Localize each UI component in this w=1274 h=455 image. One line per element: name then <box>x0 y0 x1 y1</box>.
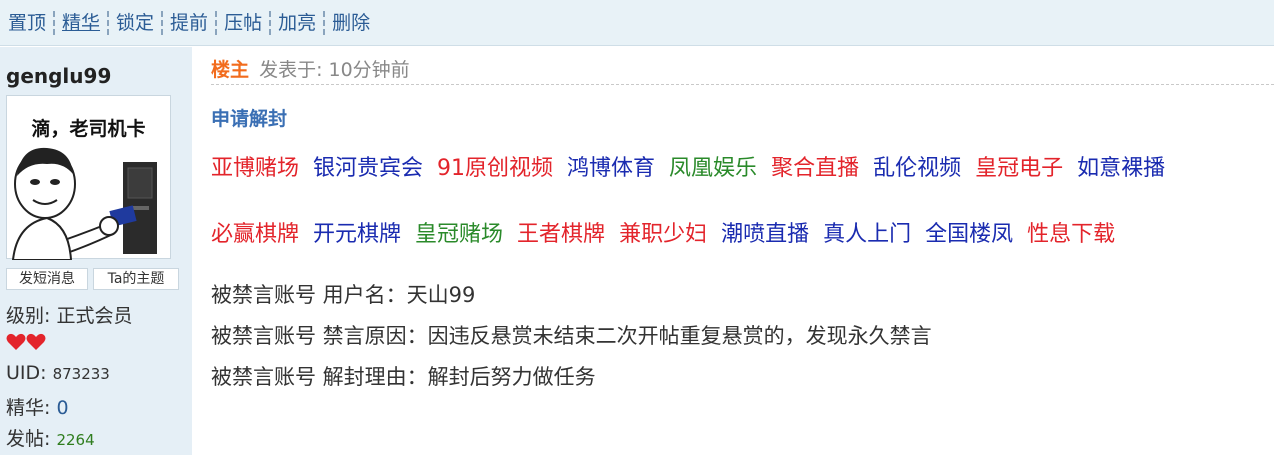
user-sidebar: genglu99 滴，老司机卡 发短消息 Ta的主题 级别: 正式会员 UID:… <box>0 47 192 455</box>
hearts-icon <box>6 333 48 355</box>
ad-link[interactable]: 皇冠赌场 <box>415 216 503 248</box>
ad-link[interactable]: 开元棋牌 <box>313 216 401 248</box>
user-digest: 精华: 0 <box>6 393 69 420</box>
ad-link[interactable]: 全国楼凤 <box>925 216 1013 248</box>
ad-link[interactable]: 鸿博体育 <box>567 150 655 182</box>
post-header: 楼主 发表于: 10分钟前 <box>211 55 1274 85</box>
ad-link[interactable]: 凤凰娱乐 <box>669 150 757 182</box>
ad-link[interactable]: 亚博赌场 <box>211 150 299 182</box>
ad-link[interactable]: 必赢棋牌 <box>211 216 299 248</box>
ad-link[interactable]: 兼职少妇 <box>619 216 707 248</box>
posts-label: 发帖: <box>6 428 51 450</box>
uid-label: UID: <box>6 362 47 384</box>
ad-link[interactable]: 王者棋牌 <box>517 216 605 248</box>
toolbar-pin-link[interactable]: 置顶 <box>8 11 53 35</box>
link-row-1: 亚博赌场 银河贵宾会 91原创视频 鸿博体育 凤凰娱乐 聚合直播 乱伦视频 皇冠电子 如意裸播 <box>211 150 1179 182</box>
ad-link[interactable]: 91原创视频 <box>437 150 553 182</box>
toolbar-bump-link[interactable]: 提前 <box>163 11 215 35</box>
toolbar-digest-link[interactable]: 精华 <box>55 11 107 35</box>
ad-link[interactable]: 真人上门 <box>823 216 911 248</box>
post-title: 申请解封 <box>211 108 288 130</box>
moderation-toolbar: 置顶 精华 锁定 提前 压帖 加亮 删除 <box>0 0 1274 46</box>
level-label: 级别: <box>6 305 51 327</box>
level-value: 正式会员 <box>56 305 133 327</box>
user-posts: 发帖: 2264 <box>6 424 95 451</box>
post-content: 楼主 发表于: 10分钟前 申请解封 亚博赌场 银河贵宾会 91原创视频 鸿博体育 凤凰… <box>211 47 1274 455</box>
unban-reason-line: 被禁言账号 解封理由：解封后努力做任务 <box>211 365 596 389</box>
ad-link[interactable]: 如意裸播 <box>1077 150 1165 182</box>
digest-label: 精华: <box>6 397 51 419</box>
posts-value: 2264 <box>56 431 95 449</box>
send-message-button[interactable]: 发短消息 <box>6 268 88 290</box>
avatar-caption: 滴，老司机卡 <box>31 118 146 140</box>
ad-link[interactable]: 乱伦视频 <box>873 150 961 182</box>
toolbar-delete-link[interactable]: 删除 <box>325 11 377 35</box>
link-row-2: 必赢棋牌 开元棋牌 皇冠赌场 王者棋牌 兼职少妇 潮喷直播 真人上门 全国楼凤 性息下载 <box>211 216 1129 248</box>
user-topics-button[interactable]: Ta的主题 <box>93 268 179 290</box>
ad-link[interactable]: 聚合直播 <box>771 150 859 182</box>
user-level: 级别: 正式会员 <box>6 301 132 328</box>
toolbar-highlight-link[interactable]: 加亮 <box>271 11 323 35</box>
user-uid: UID: 873233 <box>6 362 110 384</box>
ban-reason-line: 被禁言账号 禁言原因：因违反悬赏未结束二次开帖重复悬赏的，发现永久禁言 <box>211 324 932 348</box>
uid-value: 873233 <box>52 365 110 383</box>
ad-link[interactable]: 皇冠电子 <box>975 150 1063 182</box>
ad-link[interactable]: 性息下载 <box>1027 216 1115 248</box>
owner-label: 楼主 <box>211 59 250 81</box>
ad-link[interactable]: 潮喷直播 <box>721 216 809 248</box>
avatar[interactable]: 滴，老司机卡 <box>6 95 171 260</box>
posted-time: 发表于: 10分钟前 <box>259 59 410 81</box>
digest-value[interactable]: 0 <box>56 397 68 419</box>
ad-link[interactable]: 银河贵宾会 <box>313 150 423 182</box>
username[interactable]: genglu99 <box>6 64 111 88</box>
toolbar-lock-link[interactable]: 锁定 <box>109 11 161 35</box>
banned-username-line: 被禁言账号 用户名：天山99 <box>211 283 476 307</box>
toolbar-sink-link[interactable]: 压帖 <box>217 11 269 35</box>
